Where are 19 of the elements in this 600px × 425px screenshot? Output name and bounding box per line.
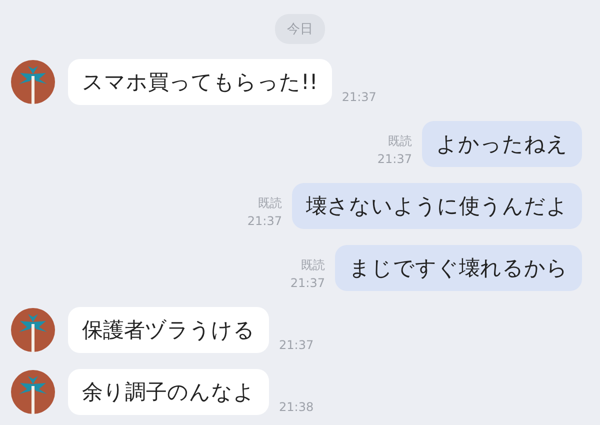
message-bubble: 保護者ヅラうける bbox=[68, 307, 269, 353]
message-bubble: 壊さないように使うんだよ bbox=[292, 183, 582, 229]
message-bubble: スマホ買ってもらった!! bbox=[68, 59, 332, 105]
avatar-icon bbox=[10, 369, 56, 415]
avatar-icon bbox=[10, 59, 56, 105]
message-bubble: よかったねえ bbox=[422, 121, 582, 167]
date-label: 今日 bbox=[275, 14, 325, 44]
avatar-icon bbox=[10, 307, 56, 353]
read-receipt: 既読 bbox=[258, 195, 282, 212]
message-bubble: まじですぐ壊れるから bbox=[335, 245, 582, 291]
message-time: 21:37 bbox=[342, 90, 376, 104]
message-time: 21:38 bbox=[279, 400, 314, 414]
read-receipt: 既読 bbox=[301, 257, 325, 274]
message-bubble: 余り調子のんなよ bbox=[68, 369, 269, 415]
message-time: 21:37 bbox=[377, 152, 412, 166]
read-receipt: 既読 bbox=[388, 133, 412, 150]
message-time: 21:37 bbox=[247, 214, 282, 228]
message-time: 21:37 bbox=[290, 276, 325, 290]
message-time: 21:37 bbox=[279, 338, 314, 352]
